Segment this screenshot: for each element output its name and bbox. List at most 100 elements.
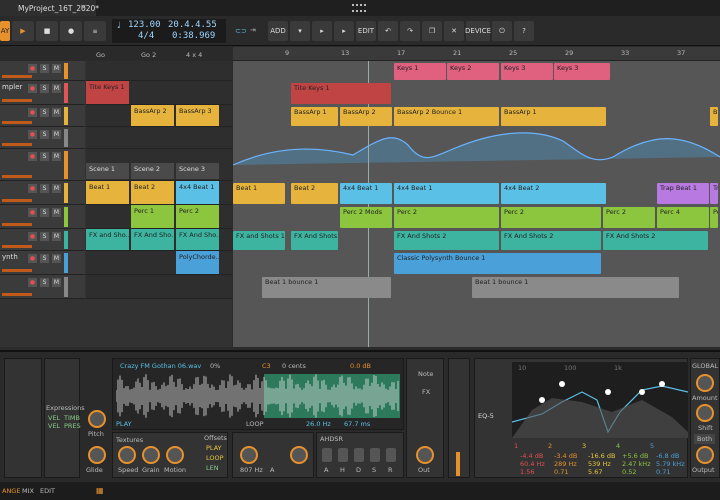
render-button[interactable]: ▸ bbox=[334, 21, 354, 41]
eq-band-freq[interactable]: 5.79 kHz bbox=[656, 460, 685, 468]
arranger-clip[interactable]: Perc 2 bbox=[394, 207, 499, 228]
track-record-button[interactable]: ● bbox=[28, 232, 37, 241]
sample-waveform[interactable] bbox=[116, 374, 400, 418]
pitch-knob[interactable] bbox=[88, 410, 106, 428]
automation-button[interactable]: ≡ bbox=[84, 21, 106, 41]
arranger-clip[interactable]: 4x4 Beat 2 bbox=[501, 183, 606, 204]
arranger-clip[interactable]: FX and Shots 1 bbox=[233, 231, 285, 250]
track-mute-button[interactable]: M bbox=[52, 108, 61, 117]
help-button[interactable]: ? bbox=[514, 21, 534, 41]
track-solo-button[interactable]: S bbox=[40, 232, 49, 241]
freq-value[interactable]: 26.0 Hz bbox=[306, 420, 331, 428]
edit-button[interactable]: EDIT bbox=[356, 21, 376, 41]
shift-knob[interactable] bbox=[696, 404, 714, 422]
track-volume-meter[interactable] bbox=[2, 199, 32, 202]
envelope-slider[interactable] bbox=[370, 448, 380, 462]
play-marker-label[interactable]: PLAY bbox=[116, 420, 132, 428]
track-header[interactable]: ● S M bbox=[0, 205, 85, 229]
envelope-slider[interactable] bbox=[338, 448, 348, 462]
arranger-clip[interactable]: Beat 2 bbox=[291, 183, 338, 204]
ms-value[interactable]: 67.7 ms bbox=[344, 420, 370, 428]
scene-launch[interactable]: Scene 2 bbox=[131, 163, 174, 179]
track-volume-meter[interactable] bbox=[2, 175, 32, 178]
arranger-clip[interactable]: Keys 1 bbox=[394, 63, 446, 80]
loop-marker-label[interactable]: LOOP bbox=[246, 420, 264, 428]
arranger-clip[interactable]: Perc 2 Mods bbox=[340, 207, 392, 228]
export-button[interactable]: ▸ bbox=[312, 21, 332, 41]
amount-knob[interactable] bbox=[696, 374, 714, 392]
arranger-timeline[interactable]: 9131721252933374145 Keys 1Keys 2Keys 3Ke… bbox=[233, 47, 720, 347]
track-record-button[interactable]: ● bbox=[28, 84, 37, 93]
save-button[interactable]: ▾ bbox=[290, 21, 310, 41]
track-header[interactable]: ● S M bbox=[0, 181, 85, 205]
tempo-value[interactable]: 123.00 bbox=[128, 20, 161, 30]
arranger-clip[interactable]: Perc 2 bbox=[501, 207, 601, 228]
launcher-column-header[interactable]: 4 x 4 bbox=[186, 51, 202, 59]
launcher-clip[interactable]: FX and Sho.. bbox=[86, 229, 129, 250]
arranger-clip[interactable]: FX And Shots 2 bbox=[394, 231, 499, 250]
device-power-button[interactable]: ⏻ bbox=[492, 21, 512, 41]
launcher-clip[interactable]: FX And Sho.. bbox=[176, 229, 219, 250]
position-value[interactable]: 20.4.4.55 bbox=[168, 20, 217, 30]
eq-band-q[interactable]: 0.71 bbox=[656, 468, 670, 476]
envelope-slider[interactable] bbox=[386, 448, 396, 462]
offset-len[interactable]: LEN bbox=[206, 464, 219, 472]
metronome-icon[interactable]: ♩ bbox=[116, 21, 121, 31]
launcher-clip[interactable]: BassArp 3 bbox=[176, 105, 219, 126]
arranger-clip[interactable]: Beat 1 bounce 1 bbox=[472, 277, 679, 298]
arranger-clip[interactable]: Perc 4 bbox=[657, 207, 709, 228]
textures-label[interactable]: Textures bbox=[116, 436, 143, 444]
arranger-clip[interactable]: FX And Shots 2 bbox=[291, 231, 338, 250]
arranger-clip[interactable]: BassArp 1 bbox=[291, 107, 338, 126]
track-volume-meter[interactable] bbox=[2, 121, 32, 124]
arranger-clip[interactable]: Perc bbox=[710, 207, 718, 228]
redo-button[interactable]: ↷ bbox=[400, 21, 420, 41]
track-solo-button[interactable]: S bbox=[40, 152, 49, 161]
track-record-button[interactable]: ● bbox=[28, 152, 37, 161]
eq-band-q[interactable]: 0.52 bbox=[622, 468, 636, 476]
track-record-button[interactable]: ● bbox=[28, 108, 37, 117]
expr-vel[interactable]: VEL bbox=[48, 414, 60, 422]
launcher-clip[interactable]: 4x4 Beat 1 bbox=[176, 181, 219, 204]
track-solo-button[interactable]: S bbox=[40, 84, 49, 93]
envelope-label[interactable]: AHDSR bbox=[320, 435, 343, 443]
scene-launch[interactable]: Scene 1 bbox=[86, 163, 129, 179]
track-header[interactable]: ● S M bbox=[0, 61, 85, 81]
arranger-clip[interactable]: Keys 2 bbox=[447, 63, 499, 80]
launcher-clip[interactable]: Perc 1 bbox=[131, 205, 174, 228]
automation-lane[interactable] bbox=[233, 127, 720, 169]
arranger-clip[interactable]: BassArp 1 bbox=[501, 107, 606, 126]
timeline-ruler[interactable]: 9131721252933374145 bbox=[233, 47, 720, 61]
play-mode-button[interactable]: AY bbox=[0, 21, 10, 41]
track-solo-button[interactable]: S bbox=[40, 108, 49, 117]
track-solo-button[interactable]: S bbox=[40, 184, 49, 193]
arranger-clip[interactable]: Perc 2 bbox=[603, 207, 655, 228]
arranger-clip[interactable]: Classic Polysynth Bounce 1 bbox=[394, 253, 601, 274]
delete-button[interactable]: ✕ bbox=[444, 21, 464, 41]
offset-loop[interactable]: LOOP bbox=[206, 454, 224, 462]
track-solo-button[interactable]: S bbox=[40, 254, 49, 263]
eq-band-gain[interactable]: +5.6 dB bbox=[622, 452, 648, 460]
track-volume-meter[interactable] bbox=[2, 245, 32, 248]
track-mute-button[interactable]: M bbox=[52, 208, 61, 217]
track-record-button[interactable]: ● bbox=[28, 130, 37, 139]
fx-button[interactable]: FX bbox=[422, 388, 430, 396]
track-record-button[interactable]: ● bbox=[28, 254, 37, 263]
arranger-clip[interactable]: Trap Beat 1 bbox=[657, 183, 709, 204]
eq-band-number[interactable]: 1 bbox=[514, 442, 518, 450]
launcher-clip[interactable]: Tite Keys 1 bbox=[86, 81, 129, 104]
launcher-clip[interactable]: Beat 1 bbox=[86, 181, 129, 204]
track-header[interactable]: mpler ● S M bbox=[0, 81, 85, 105]
track-solo-button[interactable]: S bbox=[40, 130, 49, 139]
close-tab-icon[interactable]: ✕ bbox=[80, 3, 87, 12]
arranger-clip[interactable]: 4x4 Beat 1 bbox=[394, 183, 499, 204]
eq-band-q[interactable]: 1.56 bbox=[520, 468, 534, 476]
launcher-column-header[interactable]: Go bbox=[96, 51, 105, 59]
eq-band-freq[interactable]: 2.47 kHz bbox=[622, 460, 651, 468]
offset-play[interactable]: PLAY bbox=[206, 444, 222, 452]
percent-value[interactable]: 0% bbox=[210, 362, 220, 370]
punch-in-icon[interactable]: ⇥ bbox=[250, 26, 256, 34]
gain-value[interactable]: 0.0 dB bbox=[350, 362, 371, 370]
eq-band-gain[interactable]: -16.6 dB bbox=[588, 452, 615, 460]
expr-vel-2[interactable]: VEL bbox=[48, 422, 60, 430]
